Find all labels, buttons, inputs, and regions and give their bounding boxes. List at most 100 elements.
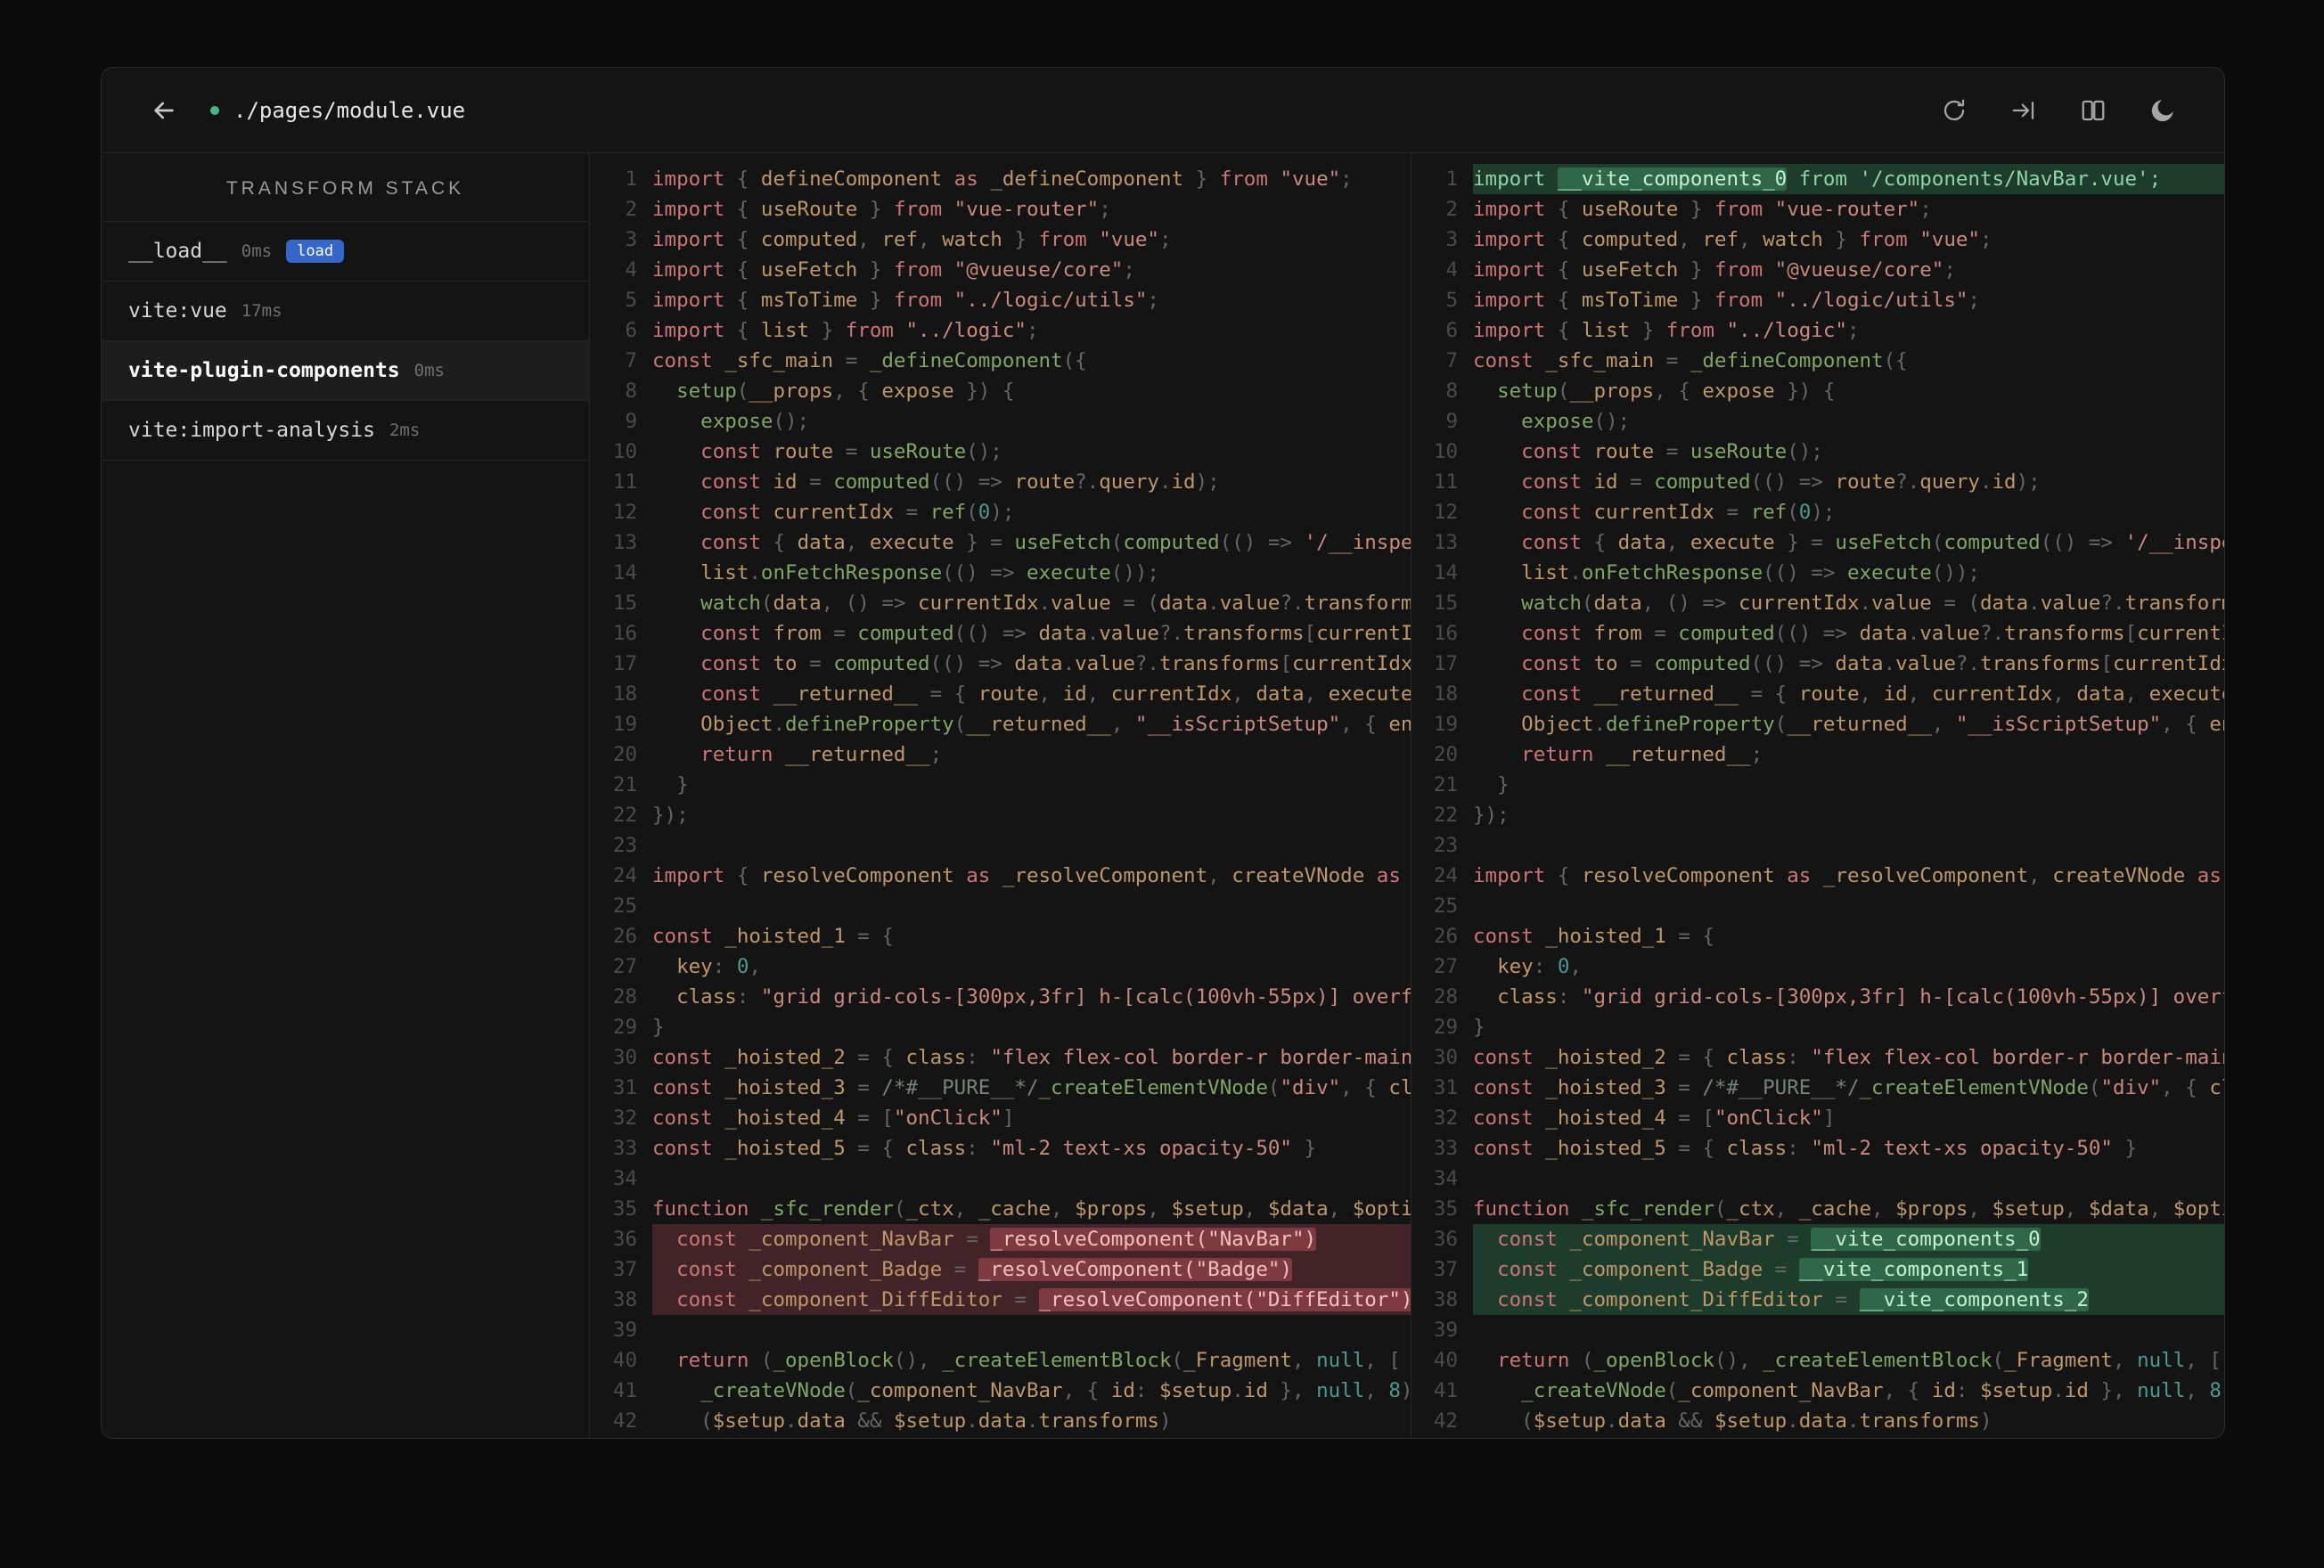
line-number: 29	[612, 1016, 637, 1039]
line-number: 22	[1433, 804, 1458, 827]
code-line: 34	[591, 1164, 1411, 1194]
code-line: 26 const _hoisted_1 = {	[1412, 921, 2224, 951]
code-text: const __returned__ = { route, id, curren…	[652, 682, 1411, 706]
page-title-text: ./pages/module.vue	[233, 97, 466, 123]
line-number: 10	[612, 440, 637, 463]
code-line: 18 const __returned__ = { route, id, cur…	[591, 679, 1411, 709]
code-line: 24 import { resolveComponent as _resolveC…	[591, 861, 1411, 891]
code-text: const _component_NavBar = __vite_compone…	[1473, 1224, 2224, 1254]
line-number: 3	[1445, 228, 1458, 251]
code-text: const _hoisted_1 = {	[1473, 925, 1714, 948]
plugin-name: vite:vue	[128, 299, 227, 323]
code-line: 8 setup(__props, { expose }) {	[591, 376, 1411, 406]
sidebar-item-vite-vue[interactable]: vite:vue 17ms	[102, 282, 589, 341]
code-line: 3 import { computed, ref, watch } from "v…	[591, 225, 1411, 255]
code-line: 1 import { defineComponent as _defineComp…	[591, 164, 1411, 194]
sidebar-item-load[interactable]: __load__ 0ms load	[102, 222, 589, 282]
code-line: 15 watch(data, () => currentIdx.value = …	[1412, 588, 2224, 618]
line-number: 23	[612, 834, 637, 857]
line-number: 8	[1445, 380, 1458, 403]
line-number: 18	[612, 682, 637, 706]
code-line: 25	[591, 891, 1411, 921]
code-line: 38 const _component_DiffEditor = _resolv…	[591, 1285, 1411, 1315]
code-text: import { resolveComponent as _resolveCom…	[1473, 864, 2222, 887]
line-number: 8	[625, 380, 637, 403]
code-text: import { resolveComponent as _resolveCom…	[652, 864, 1411, 887]
line-number: 33	[1433, 1137, 1458, 1160]
code-text: const _sfc_main = _defineComponent({	[1473, 349, 1908, 372]
code-text: import { useFetch } from "@vueuse/core";	[652, 258, 1135, 282]
line-number: 6	[625, 319, 637, 342]
topbar: ./pages/module.vue	[102, 68, 2224, 153]
diff-after-panel[interactable]: 1 import __vite_components_0 from '/compo…	[1411, 153, 2224, 1438]
line-number: 37	[1433, 1258, 1458, 1281]
line-number: 22	[612, 804, 637, 827]
code-line: 13 const { data, execute } = useFetch(co…	[591, 527, 1411, 558]
line-number: 6	[1445, 319, 1458, 342]
line-number: 38	[612, 1288, 637, 1311]
code-text: const _hoisted_1 = {	[652, 925, 894, 948]
line-number: 9	[625, 410, 637, 433]
sidebar-item-vite-import-analysis[interactable]: vite:import-analysis 2ms	[102, 401, 589, 461]
code-line: 19 Object.defineProperty(__returned__, "…	[1412, 709, 2224, 739]
code-text: list.onFetchResponse(() => execute());	[652, 561, 1159, 584]
line-number: 17	[612, 652, 637, 675]
line-number: 12	[612, 501, 637, 524]
code-text: const _hoisted_2 = { class: "flex flex-c…	[652, 1046, 1411, 1069]
load-badge: load	[286, 239, 345, 264]
line-number: 27	[612, 955, 637, 978]
code-text: import { useRoute } from "vue-router";	[1473, 198, 1932, 221]
line-number: 1	[625, 167, 637, 191]
code-line: 32 const _hoisted_4 = ["onClick"]	[1412, 1103, 2224, 1133]
code-line: 27 key: 0,	[1412, 951, 2224, 982]
code-text: class: "grid grid-cols-[300px,3fr] h-[ca…	[1473, 985, 2224, 1009]
line-number: 19	[1433, 713, 1458, 736]
line-number: 42	[612, 1409, 637, 1433]
line-number: 30	[1433, 1046, 1458, 1069]
inline-diff-button[interactable]	[2005, 92, 2042, 129]
code-line: 12 const currentIdx = ref(0);	[591, 497, 1411, 527]
line-number: 14	[1433, 561, 1458, 584]
refresh-button[interactable]	[1935, 92, 1973, 129]
moon-icon	[2151, 99, 2173, 121]
code-text: const _hoisted_4 = ["onClick"]	[1473, 1107, 1836, 1130]
code-text: import { msToTime } from "../logic/utils…	[652, 289, 1159, 312]
line-number: 32	[612, 1107, 637, 1130]
dark-mode-toggle[interactable]	[2144, 92, 2181, 129]
code-text: import { computed, ref, watch } from "vu…	[1473, 228, 1993, 251]
back-button[interactable]	[144, 91, 184, 130]
plugin-time: 0ms	[413, 361, 445, 380]
line-number: 29	[1433, 1016, 1458, 1039]
code-line: 25	[1412, 891, 2224, 921]
sidebar-item-vite-plugin-components[interactable]: vite-plugin-components 0ms	[102, 341, 589, 401]
code-line: 39	[591, 1315, 1411, 1345]
code-line: 41 _createVNode(_component_NavBar, { id:…	[591, 1376, 1411, 1406]
code-text: const from = computed(() => data.value?.…	[652, 622, 1411, 645]
line-number: 11	[1433, 470, 1458, 494]
line-number: 7	[1445, 349, 1458, 372]
code-text: const _hoisted_5 = { class: "ml-2 text-x…	[652, 1137, 1317, 1160]
code-text: const _hoisted_4 = ["onClick"]	[652, 1107, 1015, 1130]
code-line: 31 const _hoisted_3 = /*#__PURE__*/_creat…	[591, 1073, 1411, 1103]
code-line: 42 ($setup.data && $setup.data.transform…	[1412, 1406, 2224, 1436]
line-number: 16	[1433, 622, 1458, 645]
diff-before-panel[interactable]: 1 import { defineComponent as _defineComp…	[591, 153, 1411, 1438]
code-text: ($setup.data && $setup.data.transforms)	[1473, 1409, 1993, 1433]
code-text: import { computed, ref, watch } from "vu…	[652, 228, 1172, 251]
code-line: 9 expose();	[1412, 406, 2224, 437]
line-number: 27	[1433, 955, 1458, 978]
code-text: const { data, execute } = useFetch(compu…	[652, 531, 1411, 554]
page-title: ./pages/module.vue	[210, 98, 465, 123]
line-number: 4	[625, 258, 637, 282]
line-number: 12	[1433, 501, 1458, 524]
line-number: 26	[612, 925, 637, 948]
code-text: return (_openBlock(), _createElementBloc…	[652, 1349, 1401, 1372]
line-number: 5	[1445, 289, 1458, 312]
code-line: 24 import { resolveComponent as _resolveC…	[1412, 861, 2224, 891]
code-line: 35 function _sfc_render(_ctx, _cache, $pr…	[591, 1194, 1411, 1224]
side-by-side-button[interactable]	[2074, 92, 2112, 129]
file-dot-icon	[210, 105, 219, 115]
code-line: 36 const _component_NavBar = __vite_comp…	[1412, 1224, 2224, 1254]
